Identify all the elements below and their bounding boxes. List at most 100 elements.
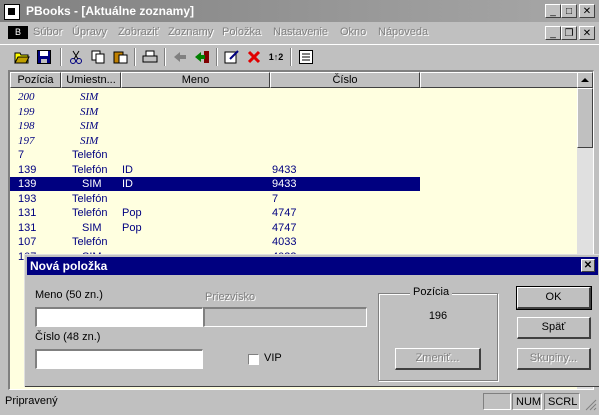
scroll-up-button[interactable] [577,72,593,88]
cell-number: 4747 [272,221,297,234]
number-input[interactable] [35,349,203,369]
vip-checkbox[interactable] [248,354,259,365]
scroll-thumb[interactable] [577,88,593,148]
status-text: Pripravený [5,395,58,407]
cell-number: 4033 [272,236,297,248]
cell-position: 107 [18,236,37,248]
list-icon[interactable] [296,48,316,66]
toolbar-separator [290,48,292,66]
close-button[interactable]: ✕ [579,4,595,18]
cell-location: SIM [80,134,99,147]
status-num: NUM [512,393,542,410]
cell-location: Telefón [72,163,108,176]
dialog-title: Nová položka [30,259,108,273]
toolbar-separator [216,48,218,66]
table-row[interactable]: 131 Telefón Pop 4747 [10,206,420,220]
minimize-button[interactable]: _ [545,4,561,18]
table-row[interactable]: 107 Telefón 4033 [10,235,420,249]
table-row[interactable]: 139 Telefón ID 9433 [10,163,420,177]
paste-icon[interactable] [110,48,130,66]
copy-icon[interactable] [88,48,108,66]
sort-label: 1↑2 [268,52,284,62]
column-header-number[interactable]: Číslo [270,72,420,88]
table-row[interactable]: 200 SIM [10,90,420,104]
cell-position: 139 [18,163,37,176]
toolbar-separator [134,48,136,66]
cell-location: Telefón [72,207,108,219]
table-row[interactable]: 198 SIM [10,119,420,133]
menu-polozka[interactable]: Položka [222,26,261,38]
title-bar[interactable]: PBooks - [Aktuálne zoznamy] _ □ ✕ [0,0,599,22]
cell-location: Telefón [72,236,108,248]
table-row[interactable]: 193 Telefón 7 [10,192,420,206]
print-icon[interactable] [140,48,160,66]
dialog-title-bar[interactable]: Nová položka ✕ [27,257,598,275]
change-position-button[interactable]: Zmeniť... [395,348,481,370]
cell-name: Pop [122,221,142,234]
import-icon[interactable] [170,48,190,66]
column-header-name[interactable]: Meno [121,72,270,88]
save-icon[interactable] [34,48,54,66]
cell-number: 4747 [272,207,297,219]
cut-icon[interactable] [66,48,86,66]
cell-position: 199 [18,105,35,118]
vip-label: VIP [264,352,282,364]
list-header: Pozícia Umiestn... Meno Číslo [10,72,578,88]
cell-location: SIM [80,120,99,132]
document-icon[interactable]: B [8,26,28,39]
doc-close-button[interactable]: ✕ [579,26,595,40]
doc-minimize-button[interactable]: _ [545,26,561,40]
menu-nastavenie[interactable]: Nastavenie [273,26,328,38]
back-button[interactable]: Späť [517,317,591,339]
toolbar-separator [60,48,62,66]
position-group: Pozícia 196 Zmeniť... [378,286,498,381]
cell-location: Telefón [72,149,108,161]
menu-zobrazit[interactable]: Zobraziť [118,26,159,38]
doc-restore-button[interactable]: ❐ [561,26,577,40]
column-header-position[interactable]: Pozícia [10,72,61,88]
toolbar: 1↑2 [0,44,599,69]
edit-icon[interactable] [222,48,242,66]
menu-subor[interactable]: Súbor [33,26,62,38]
cell-position: 131 [18,207,37,219]
status-scrl: SCRL [544,393,580,410]
menu-upravy[interactable]: Úpravy [72,26,107,38]
menu-napoveda[interactable]: Nápoveda [378,26,428,38]
table-row[interactable]: 199 SIM [10,105,420,119]
cell-location: SIM [82,221,102,234]
ok-button[interactable]: OK [516,286,592,310]
column-header-blank [420,72,578,88]
table-row[interactable]: 197 SIM [10,134,420,148]
table-row[interactable]: 131 SIM Pop 4747 [10,221,420,235]
maximize-button[interactable]: □ [561,4,577,18]
cell-position: 7 [18,149,25,161]
window-title: PBooks - [Aktuálne zoznamy] [26,4,195,18]
cell-number: 9433 [272,163,297,176]
resize-grip-icon[interactable] [583,397,597,411]
table-row[interactable]: 7 Telefón [10,148,420,162]
name-input[interactable] [35,307,203,327]
cell-name: ID [122,178,133,190]
cell-location: SIM [82,178,102,190]
groups-button[interactable]: Skupiny... [517,348,591,370]
cell-number: 9433 [272,178,297,190]
export-icon[interactable] [192,48,212,66]
cell-position: 139 [18,178,37,190]
cell-position: 200 [18,91,35,103]
dialog-close-button[interactable]: ✕ [581,259,595,272]
cell-name: Pop [122,207,142,219]
column-header-location[interactable]: Umiestn... [61,72,121,88]
table-row-selected[interactable]: 139 SIM ID 9433 [10,177,420,191]
cell-position: 193 [18,192,37,205]
sort-12-icon[interactable]: 1↑2 [266,48,286,66]
menu-zoznamy[interactable]: Zoznamy [168,26,213,38]
position-group-label: Pozícia [410,286,453,298]
cell-location: Telefón [72,192,108,205]
menu-okno[interactable]: Okno [340,26,366,38]
surname-input [203,307,367,327]
delete-icon[interactable] [244,48,264,66]
cell-position: 131 [18,221,37,234]
surname-label: Priezvisko [205,291,256,303]
app-icon[interactable] [4,4,20,20]
open-folder-icon[interactable] [12,48,32,66]
